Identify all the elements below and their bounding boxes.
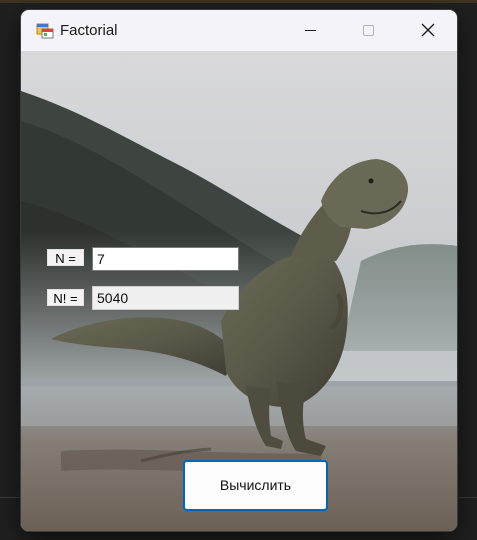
desktop-taskbar-edge	[0, 0, 477, 3]
close-icon	[421, 23, 435, 37]
t-rex-background-image	[21, 51, 457, 531]
title-bar[interactable]: Factorial	[21, 10, 457, 51]
maximize-icon	[363, 25, 374, 36]
close-button[interactable]	[397, 10, 455, 51]
result-field[interactable]: 5040	[92, 286, 239, 310]
window-title: Factorial	[60, 22, 118, 39]
form-client-area: N = 7 N! = 5040 Вычислить	[21, 51, 457, 531]
factorial-window: Factorial N = 7 N! = 5040 Вычислить	[21, 10, 457, 531]
minimize-icon	[305, 30, 316, 31]
calculate-button[interactable]: Вычислить	[183, 460, 328, 511]
n-input[interactable]: 7	[92, 247, 239, 271]
n-label: N =	[47, 249, 84, 266]
result-label: N! =	[47, 289, 84, 306]
app-icon	[36, 21, 54, 39]
maximize-button[interactable]	[339, 10, 397, 51]
minimize-button[interactable]	[281, 10, 339, 51]
